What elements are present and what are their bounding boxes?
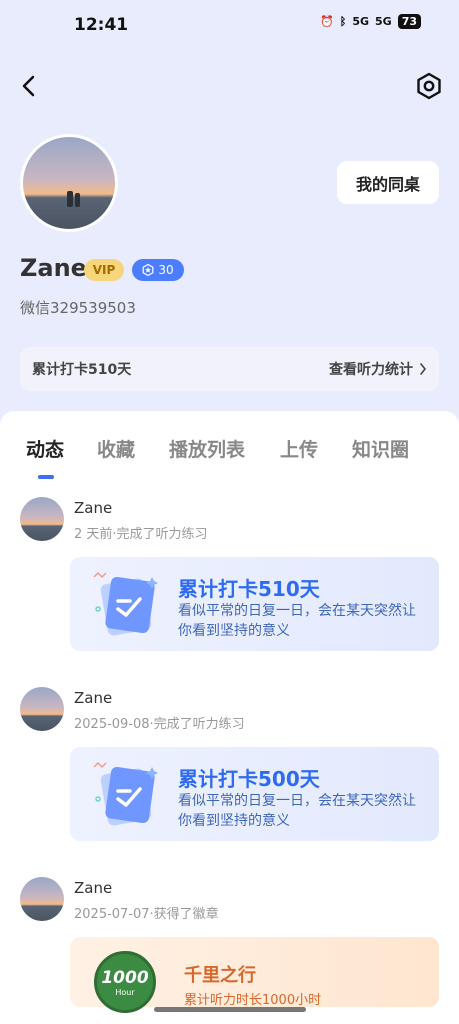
feed-item: Zane 2025-07-07·获得了徽章 1000 Hour 千里之行 累计听… [0,877,459,1024]
avatar-figure [75,193,80,207]
medal-icon: 1000 Hour [94,951,156,1013]
stats-bar[interactable]: 累计打卡510天 查看听力统计 [20,347,439,391]
bluetooth-icon: ᛒ [339,15,347,28]
card-subtitle: 看似平常的日复一日，会在某天突然让你看到坚持的意义 [178,793,416,829]
card-title: 累计打卡500天 [178,767,320,791]
alarm-icon: ⏰ [320,15,334,28]
medal-unit: Hour [115,987,135,997]
username: Zane [20,254,87,282]
checkin-note-icon [93,571,158,636]
content-panel: 动态 收藏 播放列表 上传 知识圈 Zane 2 天前·完成了听力练习 累计打卡… [0,411,459,1024]
signal-5g-icon: 5G [352,15,369,28]
tab-bar: 动态 收藏 播放列表 上传 知识圈 [0,435,459,479]
feed-avatar[interactable] [20,877,64,921]
level-value: 30 [158,263,174,277]
battery-icon: 73 [397,14,421,29]
chevron-right-icon [420,363,427,375]
feed-meta: 2025-07-07·获得了徽章 [74,907,219,922]
status-time: 12:41 [74,15,129,35]
profile-avatar[interactable] [20,134,118,232]
feed-meta: 2025-09-08·完成了听力练习 [74,717,245,732]
status-bar: 12:41 ⏰ ᛒ 5G 5G 73 [0,0,459,52]
settings-icon[interactable] [415,72,443,100]
tab-favorites[interactable]: 收藏 [97,435,135,462]
badge-card[interactable]: 1000 Hour 千里之行 累计听力时长1000小时 [70,937,439,1013]
checkin-card[interactable]: 累计打卡510天 看似平常的日复一日，会在某天突然让你看到坚持的意义 [70,557,439,651]
tab-playlist[interactable]: 播放列表 [169,435,245,462]
checkin-total: 累计打卡510天 [32,362,132,378]
home-indicator[interactable] [154,1007,306,1012]
card-subtitle: 看似平常的日复一日，会在某天突然让你看到坚持的意义 [178,603,416,639]
avatar-figure [67,191,73,207]
feed-username: Zane [74,499,113,517]
medal-number: 1000 [101,967,149,988]
wechat-id: 微信329539503 [20,299,136,317]
feed-avatar[interactable] [20,687,64,731]
card-title: 千里之行 [184,965,256,986]
feed-username: Zane [74,879,113,897]
back-icon[interactable] [18,74,40,98]
listening-stats-label: 查看听力统计 [329,362,413,378]
card-title: 累计打卡510天 [178,577,320,601]
star-badge-icon [142,264,154,276]
feed-username: Zane [74,689,113,707]
my-deskmate-button[interactable]: 我的同桌 [337,161,439,204]
feed-avatar[interactable] [20,497,64,541]
feed-item: Zane 2025-09-08·完成了听力练习 累计打卡500天 看似平常的日复… [0,687,459,857]
status-icons: ⏰ ᛒ 5G 5G 73 [320,14,421,29]
signal-5g-icon-2: 5G [375,15,392,28]
tab-knowledge-circle[interactable]: 知识圈 [352,435,409,462]
listening-stats-link[interactable]: 查看听力统计 [329,359,427,379]
tab-upload[interactable]: 上传 [280,435,318,462]
vip-badge[interactable]: VIP [84,259,124,281]
active-tab-indicator [38,475,54,479]
checkin-note-icon [93,761,158,826]
card-subtitle: 累计听力时长1000小时 [184,993,322,1008]
feed-meta: 2 天前·完成了听力练习 [74,527,208,542]
tab-activity[interactable]: 动态 [26,435,64,462]
feed-item: Zane 2 天前·完成了听力练习 累计打卡510天 看似平常的日复一日，会在某… [0,497,459,667]
checkin-card[interactable]: 累计打卡500天 看似平常的日复一日，会在某天突然让你看到坚持的意义 [70,747,439,841]
level-badge[interactable]: 30 [132,259,184,281]
